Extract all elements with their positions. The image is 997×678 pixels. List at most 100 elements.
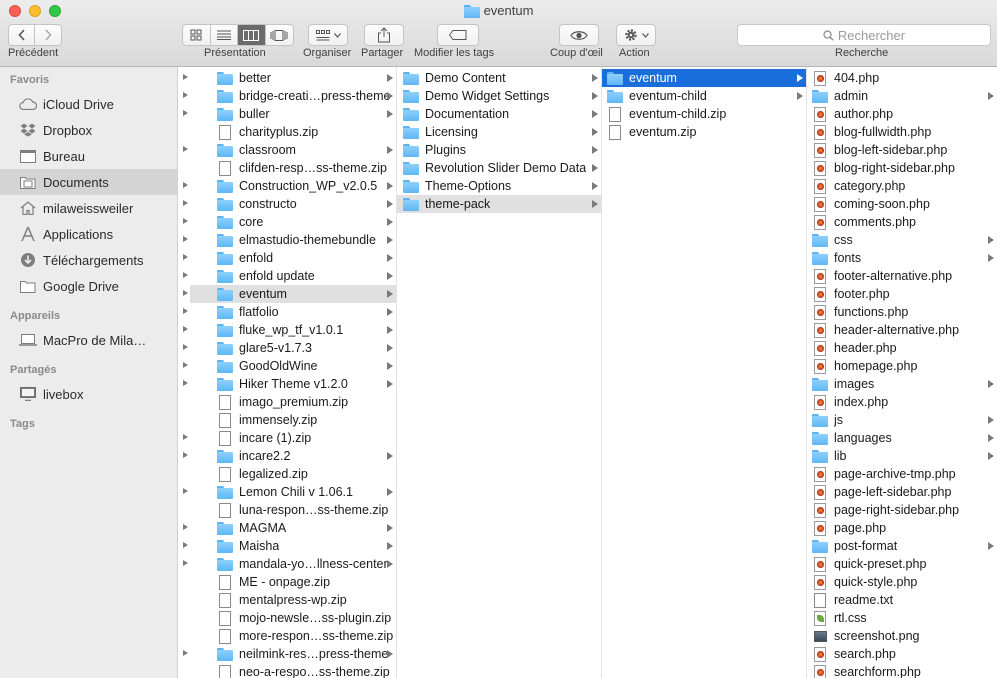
sidebar-item-telechargements[interactable]: Téléchargements [0,247,177,273]
folder-item[interactable]: flatfolio [190,303,396,321]
file-item[interactable]: rtl.css [807,609,997,627]
sidebar-item-google-drive[interactable]: Google Drive [0,273,177,299]
arrange-button[interactable] [308,24,348,46]
file-item[interactable]: comments.php [807,213,997,231]
folder-item[interactable]: fonts [807,249,997,267]
folder-item[interactable]: incare2.2 [190,447,396,465]
share-button[interactable] [364,24,404,46]
folder-item[interactable]: languages [807,429,997,447]
file-item[interactable]: screenshot.png [807,627,997,645]
file-item[interactable]: searchform.php [807,663,997,678]
back-button[interactable] [9,25,36,45]
file-item[interactable]: quick-preset.php [807,555,997,573]
file-item[interactable]: eventum.zip [602,123,806,141]
folder-item[interactable]: Plugins [397,141,601,159]
file-item[interactable]: blog-right-sidebar.php [807,159,997,177]
folder-item[interactable]: bridge-creati…press-theme [190,87,396,105]
folder-item[interactable]: elmastudio-themebundle [190,231,396,249]
folder-item[interactable]: Lemon Chili v 1.06.1 [190,483,396,501]
folder-item[interactable]: Demo Content [397,69,601,87]
folder-item[interactable]: post-format [807,537,997,555]
sidebar-item-livebox[interactable]: livebox [0,381,177,407]
file-item[interactable]: page.php [807,519,997,537]
file-item[interactable]: page-right-sidebar.php [807,501,997,519]
sidebar-item-dropbox[interactable]: Dropbox [0,117,177,143]
column-view-button[interactable] [238,25,266,45]
icon-view-button[interactable] [183,25,211,45]
file-item[interactable]: author.php [807,105,997,123]
folder-item[interactable]: js [807,411,997,429]
folder-item[interactable]: css [807,231,997,249]
file-item[interactable]: header.php [807,339,997,357]
quick-look-button[interactable] [559,24,599,46]
folder-item[interactable]: enfold [190,249,396,267]
file-item[interactable]: page-left-sidebar.php [807,483,997,501]
folder-item[interactable]: admin [807,87,997,105]
file-item[interactable]: functions.php [807,303,997,321]
file-item[interactable]: neo-a-respo…ss-theme.zip [190,663,396,678]
folder-item[interactable]: fluke_wp_tf_v1.0.1 [190,321,396,339]
file-item[interactable]: legalized.zip [190,465,396,483]
file-item[interactable]: charityplus.zip [190,123,396,141]
file-item[interactable]: index.php [807,393,997,411]
sidebar-item-applications[interactable]: Applications [0,221,177,247]
file-item[interactable]: search.php [807,645,997,663]
file-item[interactable]: eventum-child.zip [602,105,806,123]
file-item[interactable]: category.php [807,177,997,195]
folder-item[interactable]: Licensing [397,123,601,141]
file-item[interactable]: readme.txt [807,591,997,609]
folder-item[interactable]: eventum [190,285,396,303]
folder-item[interactable]: Revolution Slider Demo Data [397,159,601,177]
sidebar-item-macpro[interactable]: MacPro de Mila… [0,327,177,353]
folder-item[interactable]: classroom [190,141,396,159]
file-item[interactable]: mojo-newsle…ss-plugin.zip [190,609,396,627]
folder-item[interactable]: buller [190,105,396,123]
file-item[interactable]: mentalpress-wp.zip [190,591,396,609]
coverflow-view-button[interactable] [266,25,293,45]
file-item[interactable]: footer-alternative.php [807,267,997,285]
edit-tags-button[interactable] [437,24,479,46]
folder-item[interactable]: eventum [602,69,806,87]
file-item[interactable]: luna-respon…ss-theme.zip [190,501,396,519]
file-item[interactable]: homepage.php [807,357,997,375]
sidebar-item-documents[interactable]: Documents [0,169,177,195]
list-view-button[interactable] [211,25,238,45]
search-field[interactable]: Rechercher [737,24,991,46]
folder-item[interactable]: Maisha [190,537,396,555]
folder-item[interactable]: Hiker Theme v1.2.0 [190,375,396,393]
file-item[interactable]: blog-left-sidebar.php [807,141,997,159]
folder-item[interactable]: images [807,375,997,393]
folder-item[interactable]: MAGMA [190,519,396,537]
folder-item[interactable]: Documentation [397,105,601,123]
file-item[interactable]: header-alternative.php [807,321,997,339]
folder-item[interactable]: constructo [190,195,396,213]
file-item[interactable]: immensely.zip [190,411,396,429]
folder-item[interactable]: Construction_WP_v2.0.5 [190,177,396,195]
folder-item[interactable]: Theme-Options [397,177,601,195]
folder-item[interactable]: glare5-v1.7.3 [190,339,396,357]
action-button[interactable] [616,24,656,46]
folder-item[interactable]: neilmink-res…press-theme [190,645,396,663]
file-item[interactable]: ME - onpage.zip [190,573,396,591]
folder-item[interactable]: Demo Widget Settings [397,87,601,105]
sidebar-item-icloud-drive[interactable]: iCloud Drive [0,91,177,117]
file-item[interactable]: page-archive-tmp.php [807,465,997,483]
folder-item[interactable]: better [190,69,396,87]
sidebar-item-milaweissweiler[interactable]: milaweissweiler [0,195,177,221]
file-item[interactable]: footer.php [807,285,997,303]
file-item[interactable]: incare (1).zip [190,429,396,447]
file-item[interactable]: 404.php [807,69,997,87]
file-item[interactable]: blog-fullwidth.php [807,123,997,141]
folder-item[interactable]: lib [807,447,997,465]
folder-item[interactable]: theme-pack [397,195,601,213]
folder-item[interactable]: eventum-child [602,87,806,105]
file-item[interactable]: more-respon…ss-theme.zip [190,627,396,645]
folder-item[interactable]: mandala-yo…llness-center [190,555,396,573]
file-item[interactable]: quick-style.php [807,573,997,591]
forward-button[interactable] [35,25,61,45]
folder-item[interactable]: core [190,213,396,231]
folder-item[interactable]: GoodOldWine [190,357,396,375]
sidebar-item-bureau[interactable]: Bureau [0,143,177,169]
file-item[interactable]: clifden-resp…ss-theme.zip [190,159,396,177]
file-item[interactable]: coming-soon.php [807,195,997,213]
